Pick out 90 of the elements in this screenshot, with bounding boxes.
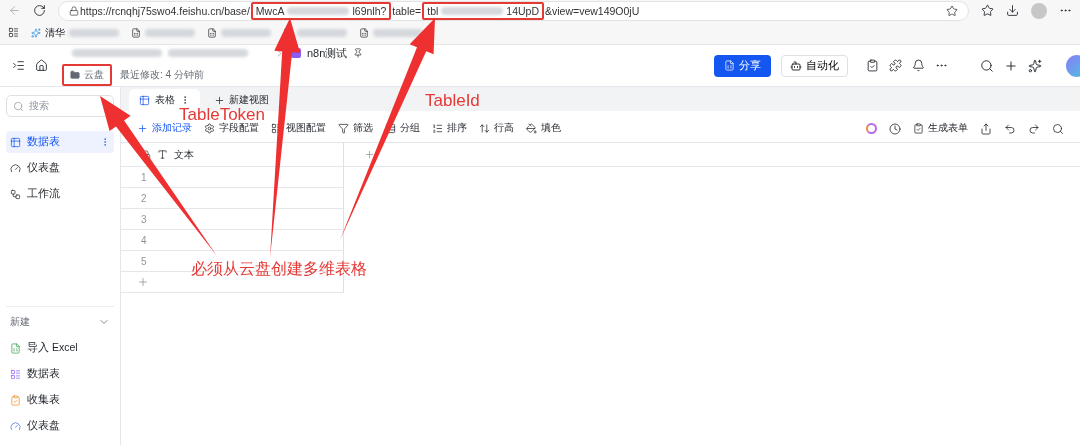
search-icon — [13, 100, 24, 112]
blurred-text — [69, 28, 119, 37]
form-icon — [10, 394, 21, 406]
toolbar-button[interactable]: 添加记录 — [137, 122, 192, 135]
bookmark-label[interactable]: 清华 — [45, 25, 65, 40]
toolbar-button[interactable]: 筛选 — [338, 122, 373, 135]
blurred-text — [287, 6, 350, 15]
automation-button[interactable]: 自动化 — [781, 54, 848, 77]
sidebar-item[interactable]: 仪表盘 — [6, 157, 114, 179]
home-icon — [35, 59, 48, 72]
item-icon — [10, 188, 21, 200]
pin-icon — [353, 48, 364, 58]
profile-avatar[interactable] — [1031, 2, 1047, 19]
section-heading: 新建 — [10, 315, 30, 329]
annotation-label: TableId — [425, 91, 480, 111]
url-text: MwcA — [254, 4, 286, 17]
url-text: l69nlh? — [351, 4, 388, 17]
blurred-text — [297, 28, 347, 37]
robot-icon — [790, 59, 802, 72]
add-column-icon — [364, 149, 375, 160]
blurred-text — [441, 6, 504, 15]
create-item[interactable]: 数据表 — [6, 363, 114, 385]
toolbar-button[interactable]: 填色 — [526, 122, 561, 135]
page-icon — [131, 27, 141, 38]
address-bar[interactable]: https://rcnqhj75swo4.feishu.cn/base/ MwcA l69nlh? table= tbl 14UpD &view=vew149O0jU — [58, 0, 969, 21]
reload-icon — [33, 4, 46, 17]
sidebar-item[interactable]: 工作流 — [6, 183, 114, 205]
url-text: 14UpD — [505, 4, 540, 17]
blurred-text — [145, 28, 195, 37]
star-icon — [946, 4, 958, 17]
spreadsheet-icon — [10, 342, 21, 354]
search-icon — [1052, 122, 1064, 135]
clock-icon — [889, 122, 901, 135]
plus-icon — [214, 94, 225, 106]
blurred-text — [221, 28, 271, 37]
url-text: https://rcnqhj75swo4.feishu.cn/base/ — [79, 4, 251, 17]
annotation-note: 必须从云盘创建多维表格 — [191, 259, 367, 279]
redo-icon — [1028, 122, 1040, 135]
sidebar-toggle-icon — [12, 59, 25, 72]
bell-icon — [912, 59, 925, 72]
create-item[interactable]: 仪表盘 — [6, 415, 114, 437]
plus-icon — [1004, 58, 1018, 73]
toolbar-button[interactable]: 视图配置 — [271, 122, 326, 135]
filter-icon — [338, 123, 349, 134]
dashboard-icon — [10, 420, 21, 432]
bookmark-icon — [31, 27, 41, 38]
toolbar-button[interactable]: 排序 — [432, 122, 467, 135]
item-icon — [10, 162, 21, 174]
form-icon — [913, 123, 924, 134]
undo-icon — [1004, 122, 1016, 135]
add-row-icon — [137, 276, 149, 288]
sidebar-item[interactable]: 数据表 — [6, 131, 114, 153]
text-type-icon — [157, 149, 168, 160]
generate-form-button[interactable]: 生成表单 — [913, 122, 968, 135]
location-label[interactable]: 云盘 — [84, 67, 104, 82]
table-icon — [10, 368, 21, 380]
url-text: tbl — [426, 4, 440, 17]
url-text: table= — [391, 4, 423, 17]
download-icon — [1006, 4, 1019, 17]
modified-time: 最近修改: 4 分钟前 — [120, 67, 204, 82]
toolbar-button[interactable]: 字段配置 — [204, 122, 259, 135]
url-text: &view=vew149O0jU — [544, 4, 641, 17]
tab-actions-icon — [8, 27, 19, 38]
sort-icon — [432, 123, 443, 134]
table-icon — [139, 94, 150, 106]
page-icon — [359, 27, 369, 38]
create-item[interactable]: 收集表 — [6, 389, 114, 411]
create-item[interactable]: 导入 Excel — [6, 337, 114, 359]
sparkle-icon — [1028, 58, 1042, 73]
back-icon — [8, 4, 21, 17]
folder-icon — [70, 69, 80, 80]
document-icon — [724, 60, 735, 71]
toolbar-button[interactable]: 行高 — [479, 122, 514, 135]
form-icon — [866, 59, 879, 72]
share-button[interactable]: 分享 — [714, 54, 771, 77]
item-icon — [10, 136, 21, 148]
share-icon — [980, 122, 992, 135]
toolbar-button[interactable]: 分组 — [385, 122, 420, 135]
paint-bucket-icon — [526, 123, 537, 134]
plugin-icon — [889, 59, 902, 72]
gear-icon — [204, 123, 215, 134]
ai-ring-icon[interactable] — [866, 123, 877, 134]
plus-icon — [137, 123, 148, 134]
favorites-icon — [981, 4, 994, 17]
document-title: n8n测试 — [307, 45, 348, 61]
row-height-icon — [479, 123, 490, 134]
lock-icon — [69, 5, 79, 16]
blurred-text — [373, 28, 423, 37]
page-icon — [207, 27, 217, 38]
search-icon — [980, 58, 994, 73]
